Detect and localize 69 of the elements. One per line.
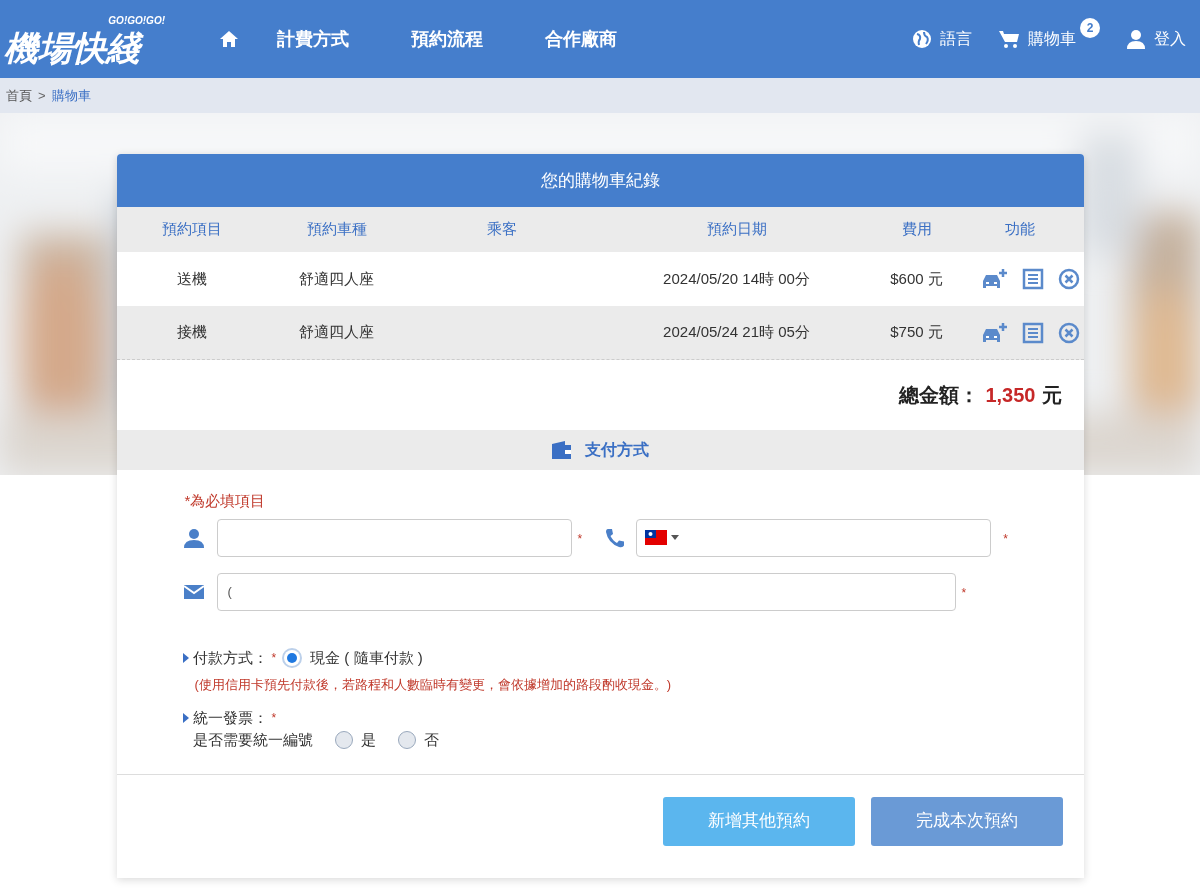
cart-icon [998, 29, 1020, 49]
radio-option[interactable]: 否 [397, 729, 439, 752]
invoice-label: 統一發票： [192, 707, 268, 728]
radio-option[interactable]: 現金 ( 隨車付款 ) [282, 646, 423, 669]
language-link[interactable]: 語言 [912, 27, 972, 51]
required-mark: * [271, 649, 277, 666]
column-header: 乘客 [485, 219, 518, 240]
breadcrumb-link[interactable]: 首頁 [6, 85, 32, 106]
complete-booking-button[interactable]: 完成本次預約 [870, 796, 1063, 846]
home-icon[interactable] [219, 30, 239, 48]
table-cell-text: 接機 [175, 322, 208, 343]
total-label: 總金額： [899, 383, 980, 408]
payment-label: 付款方式： [192, 647, 268, 668]
required-mark: * [577, 531, 583, 546]
nav-link[interactable]: 預約流程 [411, 25, 483, 53]
radio-button[interactable] [334, 731, 353, 750]
flag-icon[interactable] [645, 530, 668, 545]
add-car-icon[interactable] [980, 320, 1008, 345]
nav-link[interactable]: 計費方式 [277, 25, 349, 53]
cart-count-badge: 2 [1080, 18, 1100, 38]
column-header: 預約項目 [160, 219, 223, 240]
bullet-icon [182, 652, 189, 663]
nav-link[interactable]: 合作廠商 [545, 25, 617, 53]
mail-icon [182, 583, 205, 600]
breadcrumb-link[interactable]: 購物車 [51, 85, 91, 106]
logo-tagline: GO!GO!GO! [108, 14, 165, 28]
bullet-icon [182, 712, 189, 723]
column-header: 功能 [1004, 219, 1036, 240]
remove-icon[interactable] [1058, 268, 1080, 290]
table-cell-text: 舒適四人座 [298, 322, 375, 343]
table-cell-text: 送機 [175, 268, 208, 289]
required-mark: * [961, 585, 967, 600]
breadcrumb-separator: > [38, 86, 46, 105]
required-mark: * [1003, 531, 1008, 546]
caret-icon[interactable] [671, 535, 680, 540]
section-title: 支付方式 [585, 440, 649, 460]
cart-link[interactable]: 購物車 [998, 27, 1076, 51]
table-cell-text: 2024/05/24 21時 05分 [662, 322, 811, 343]
details-icon[interactable] [1022, 321, 1044, 344]
remove-icon[interactable] [1058, 321, 1080, 344]
name-field[interactable] [216, 518, 572, 557]
radio-button[interactable] [397, 731, 416, 750]
column-header: 費用 [900, 219, 933, 240]
phone-icon [604, 526, 627, 549]
add-car-icon[interactable] [980, 267, 1008, 291]
email-field[interactable]: ( [216, 572, 956, 611]
total-amount: 1,350 [985, 383, 1036, 408]
column-header: 預約日期 [705, 219, 768, 240]
total-unit: 元 [1041, 383, 1062, 408]
invoice-question: 是否需要統一編號 [192, 730, 313, 750]
payment-note: (使用信用卡預先付款後，若路程和人數臨時有變更，會依據增加的路段酌收現金。) [194, 676, 673, 694]
column-header: 預約車種 [305, 219, 368, 240]
table-cell-text: $600 元 [889, 268, 944, 289]
wallet-icon [551, 440, 573, 460]
phone-field[interactable] [636, 518, 992, 557]
radio-button[interactable] [282, 647, 303, 668]
radio-option[interactable]: 是 [334, 729, 376, 752]
user-icon [182, 527, 205, 548]
user-icon [1126, 29, 1146, 49]
card-title: 您的購物車紀錄 [540, 169, 660, 192]
login-link[interactable]: 登入 [1126, 27, 1186, 51]
table-cell-text: 舒適四人座 [298, 268, 375, 289]
globe-icon [912, 29, 932, 49]
required-mark: * [271, 709, 277, 726]
details-icon[interactable] [1022, 268, 1044, 290]
table-cell-text: 2024/05/20 14時 00分 [662, 268, 811, 289]
table-cell-text: $750 元 [889, 322, 944, 343]
required-note: *為必填項目 [184, 491, 267, 511]
add-booking-button[interactable]: 新增其他預約 [662, 796, 855, 846]
